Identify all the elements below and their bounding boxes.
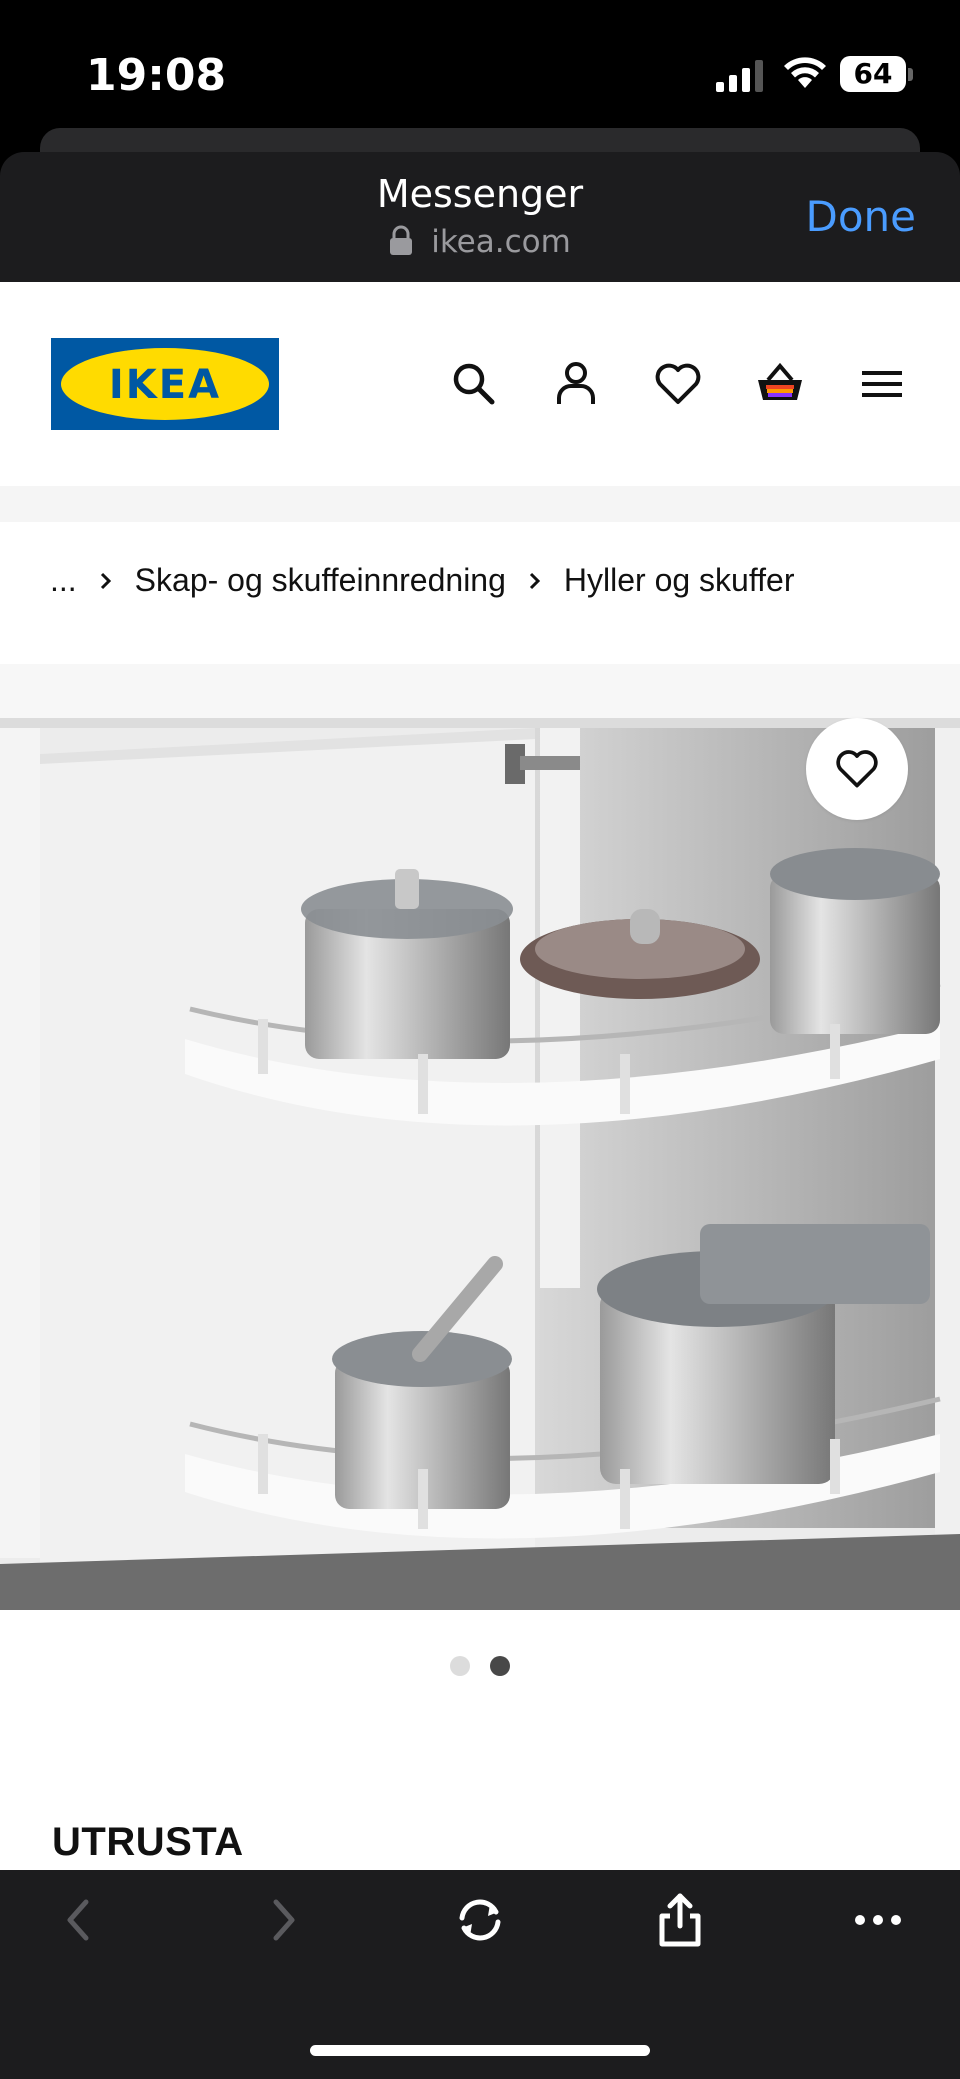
battery-icon: 64 [840,56,906,92]
home-indicator[interactable] [310,2045,650,2056]
breadcrumb-item-ellipsis[interactable]: ... [50,562,77,599]
chevron-right-icon [529,572,541,589]
search-icon[interactable] [448,358,500,410]
back-icon[interactable] [50,1890,110,1950]
menu-icon[interactable] [856,358,908,410]
product-image[interactable] [0,664,960,1610]
done-button[interactable]: Done [806,192,917,241]
browser-header: Messenger ikea.com Done [0,152,960,282]
more-icon[interactable] [848,1890,908,1950]
cart-icon[interactable] [754,358,806,410]
wifi-icon [784,57,826,88]
profile-icon[interactable] [550,358,602,410]
header-divider [0,486,960,522]
gallery-dot-1[interactable] [450,1656,470,1676]
gallery-pagination [0,1656,960,1680]
reload-icon[interactable] [450,1890,510,1950]
status-time: 19:08 [86,50,227,101]
chevron-right-icon [100,572,111,589]
browser-toolbar [0,1870,960,2079]
gallery-dot-2[interactable] [490,1656,510,1676]
breadcrumb-item-subcategory[interactable]: Hyller og skuffer [564,562,795,599]
lock-icon [390,225,413,255]
share-icon[interactable] [650,1890,710,1950]
forward-icon[interactable] [252,1890,312,1950]
signal-icon [716,60,763,92]
favorite-button[interactable] [806,718,908,820]
battery-level: 64 [853,57,893,90]
status-bar: 19:08 64 [0,0,960,128]
product-name: UTRUSTA [52,1820,244,1864]
heart-icon[interactable] [652,358,704,410]
web-page: IKEA ... Skap- og skuffeinnredning Hylle… [0,282,960,1870]
breadcrumb-item-category[interactable]: Skap- og skuffeinnredning [135,562,506,599]
svg-text:IKEA: IKEA [109,362,221,408]
battery-tip [908,68,913,81]
breadcrumb: ... Skap- og skuffeinnredning Hyller og … [50,562,795,599]
url-text: ikea.com [431,224,571,260]
heart-icon [836,750,878,788]
ikea-logo[interactable]: IKEA [51,338,279,430]
